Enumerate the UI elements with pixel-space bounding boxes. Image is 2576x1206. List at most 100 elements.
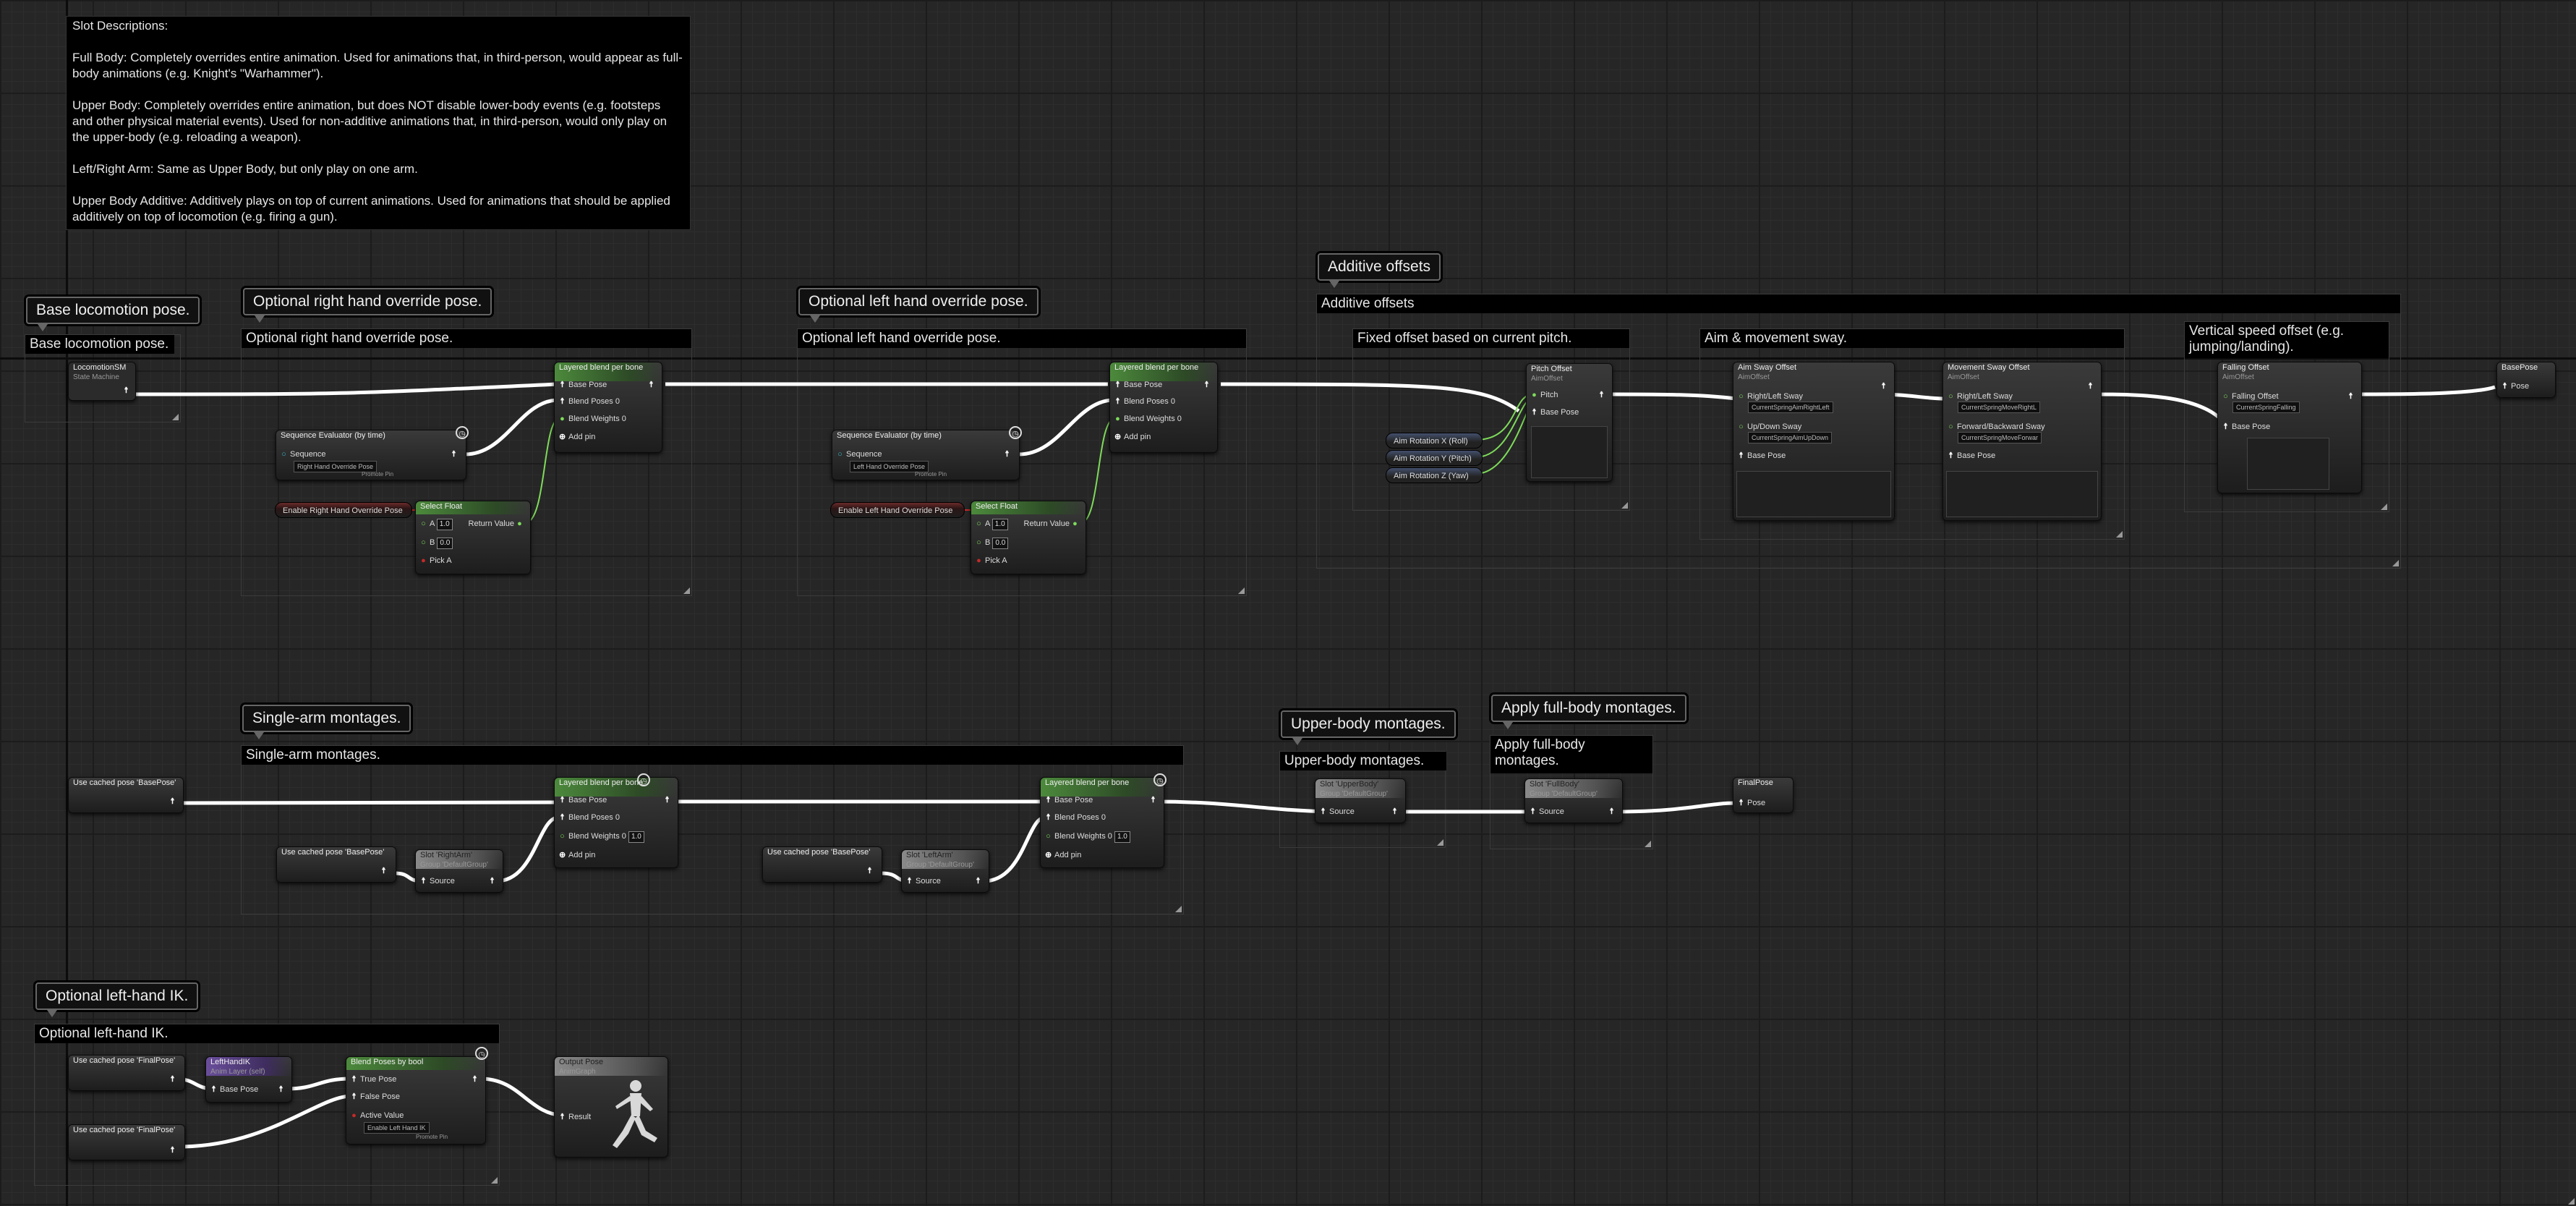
base-pose-pin[interactable]: ☨ Base Pose [1045,795,1093,805]
output-pose-pin[interactable]: ☨ [1203,380,1213,390]
basepose-cache-node[interactable]: BasePose ☨ Pose [2496,362,2556,398]
slot-right-arm-node[interactable]: Slot 'RightArm' Group 'DefaultGroup' ☨ Sou… [415,849,503,893]
resize-handle[interactable] [2381,504,2387,510]
base-pose-pin[interactable]: ☨ Base Pose [1738,451,1786,461]
false-pose-pin[interactable]: ☨ False Pose [351,1092,401,1102]
cached-final-pose-node-1[interactable]: Use cached pose 'FinalPose' ☨ [68,1055,185,1091]
cached-base-pose-node-1[interactable]: Use cached pose 'BasePose' ☨ [68,777,184,813]
a-pin[interactable]: ○ A 1.0 [420,519,453,530]
resize-handle[interactable] [491,1177,498,1184]
slot-descriptions-comment[interactable]: Slot Descriptions: Full Body: Completely… [66,16,2575,1205]
enable-left-hand-variable[interactable]: Enable Left Hand Override Pose [830,502,965,518]
right-left-sway-pin[interactable]: ○ Right/Left Sway CurrentSpringMoveRightL [1948,391,2041,413]
pose-pin[interactable]: ☨ Pose [1738,798,1766,808]
resize-handle[interactable] [172,414,179,420]
blend-poses-pin[interactable]: ☨ Blend Poses 0 [1045,812,1106,823]
final-pose-cache-node[interactable]: FinalPose ☨ Pose [1733,777,1794,813]
true-pose-pin[interactable]: ☨ True Pose [351,1074,397,1084]
select-float-left-node[interactable]: Select Float ○ A 1.0 ○ B 0.0 ● Pick A Retur… [971,501,1086,574]
add-pin-button[interactable]: ⊕ Add pin [1045,850,1081,860]
resize-handle[interactable] [2116,531,2123,538]
active-value-pin[interactable]: ● Active Value [351,1111,404,1121]
source-pin[interactable]: ☨ Source [420,876,455,886]
cached-base-pose-node-3[interactable]: Use cached pose 'BasePose' ☨ [762,846,882,883]
b-pin[interactable]: ○ B 0.0 [420,538,453,549]
blend-weights-pin[interactable]: ○ Blend Weights 0 1.0 [1045,831,1130,843]
movement-sway-offset-node[interactable]: Movement Sway Offset AimOffset ○ Right/Lef… [1942,362,2102,521]
blend-weights-pin[interactable]: ● Blend Weights 0 [559,414,626,424]
locomotion-state-machine-node[interactable]: LocomotionSM State Machine ☨ [68,362,136,401]
output-pose-pin[interactable]: ☨ [169,1074,179,1084]
resize-handle[interactable] [1621,502,1628,509]
base-pose-pin[interactable]: ☨ Base Pose [1114,380,1163,390]
source-pin[interactable]: ☨ Source [1530,807,1564,817]
blend-poses-by-bool-node[interactable]: Blend Poses by bool ◷ ☨ True Pose ☨ False … [346,1047,488,1145]
output-pose-pin[interactable]: ☨ [472,1074,481,1084]
select-float-right-node[interactable]: Select Float ○ A 1.0 ○ B 0.0 ● Pick A Retur… [415,501,531,574]
base-pose-pin[interactable]: ☨ Base Pose [1531,407,1579,417]
sequence-evaluator-right-node[interactable]: Sequence Evaluator (by time) ◷ ○ Sequence… [276,426,469,480]
output-pose-pin[interactable]: ☨ [1598,390,1608,400]
add-pin-button[interactable]: ⊕ Add pin [1114,432,1151,442]
resize-handle[interactable] [1238,587,1245,594]
result-pin[interactable]: ☨ Result [559,1112,592,1122]
base-pose-pin[interactable]: ☨ Base Pose [559,380,607,390]
output-pose-pin[interactable]: ☨ [451,449,460,459]
blend-poses-pin[interactable]: ☨ Blend Poses 0 [1114,396,1175,407]
output-pose-pin[interactable]: ☨ [1004,449,1013,459]
return-value-pin[interactable]: Return Value ● [1024,519,1081,529]
output-pose-pin[interactable]: ☨ [380,866,390,876]
falling-offset-node[interactable]: Falling Offset AimOffset ○ Falling Offset C… [2217,362,2362,493]
layered-blend-left-node[interactable]: Layered blend per bone ☨ Base Pose ☨ Blend… [1109,362,1218,453]
source-pin[interactable]: ☨ Source [906,876,941,886]
return-value-pin[interactable]: Return Value ● [469,519,526,529]
output-pose-pin[interactable]: ☨ [1391,807,1401,817]
add-pin-button[interactable]: ⊕ Add pin [559,850,595,860]
output-pose-pin[interactable]: ☨ [169,797,179,807]
a-pin[interactable]: ○ A 1.0 [976,519,1008,530]
layered-blend-single-arm-node-2[interactable]: Layered blend per bone ◷ ☨ Base Pose ☨ Ble… [1040,773,1167,868]
pitch-offset-node[interactable]: Pitch Offset AimOffset ● Pitch ☨ Base Pose … [1526,363,1613,482]
output-pose-pin[interactable]: ☨ [489,876,498,886]
output-pose-pin[interactable]: ☨ [278,1084,287,1095]
left-hand-ik-layer-node[interactable]: LeftHandIK Anim Layer (self) ☨ Base Pose ☨ [205,1056,292,1103]
output-pose-pin[interactable]: ☨ [648,380,657,390]
base-pose-pin[interactable]: ☨ Base Pose [2222,422,2271,432]
pose-pin[interactable]: ☨ Pose [2502,381,2530,391]
output-pose-pin[interactable]: ☨ [1880,381,1890,391]
promote-pin-label[interactable]: Promote Pin [362,470,393,480]
layered-blend-right-node[interactable]: Layered blend per bone ☨ Base Pose ☨ Blend… [554,362,662,453]
sequence-pin[interactable]: ○ Sequence [281,449,325,459]
output-pose-pin[interactable]: ☨ [1150,795,1159,805]
cached-final-pose-node-2[interactable]: Use cached pose 'FinalPose' ☨ [68,1124,185,1160]
source-pin[interactable]: ☨ Source [1320,807,1355,817]
promote-pin-label[interactable]: Promote Pin [915,470,947,480]
sequence-pin[interactable]: ○ Sequence [837,449,882,459]
aim-rotation-z-variable[interactable]: Aim Rotation Z (Yaw) [1386,467,1483,483]
base-pose-pin[interactable]: ☨ Base Pose [1948,451,1996,461]
resize-handle[interactable] [2568,1198,2575,1205]
b-pin[interactable]: ○ B 0.0 [976,538,1009,549]
aim-sway-offset-node[interactable]: Aim Sway Offset AimOffset ○ Right/Left Swa… [1733,362,1895,521]
add-pin-button[interactable]: ⊕ Add pin [559,432,595,442]
forward-backward-sway-pin[interactable]: ○ Forward/Backward Sway CurrentSpringMoveF… [1948,422,2045,443]
base-pose-pin[interactable]: ☨ Base Pose [210,1084,259,1095]
output-pose-pin[interactable]: ☨ [1608,807,1618,817]
promote-pin-label[interactable]: Promote Pin [416,1132,448,1142]
blend-poses-pin[interactable]: ☨ Blend Poses 0 [559,812,620,823]
output-pose-pin[interactable]: ☨ [866,866,876,876]
resize-handle[interactable] [1175,906,1182,912]
slot-left-arm-node[interactable]: Slot 'LeftArm' Group 'DefaultGroup' ☨ Sour… [901,849,989,893]
slot-upper-body-node[interactable]: Slot 'UpperBody' Group 'DefaultGroup' ☨ So… [1315,778,1406,823]
right-left-sway-pin[interactable]: ○ Right/Left Sway CurrentSpringAimRightLef… [1738,391,1833,413]
base-pose-pin[interactable]: ☨ Base Pose [559,795,607,805]
blend-poses-pin[interactable]: ☨ Blend Poses 0 [559,396,620,407]
slot-full-body-node[interactable]: Slot 'FullBody' Group 'DefaultGroup' ☨ Sou… [1524,778,1623,823]
layered-blend-single-arm-node-1[interactable]: Layered blend per bone ◷ ☨ Base Pose ☨ Ble… [554,773,678,868]
up-down-sway-pin[interactable]: ○ Up/Down Sway CurrentSpringAimUpDown [1738,422,1833,443]
pick-a-pin[interactable]: ● Pick A [420,556,451,566]
output-pose-pin[interactable]: ☨ [2347,391,2357,402]
resize-handle[interactable] [1645,841,1651,847]
resize-handle[interactable] [683,587,690,594]
aim-rotation-x-variable[interactable]: Aim Rotation X (Roll) [1386,433,1483,449]
